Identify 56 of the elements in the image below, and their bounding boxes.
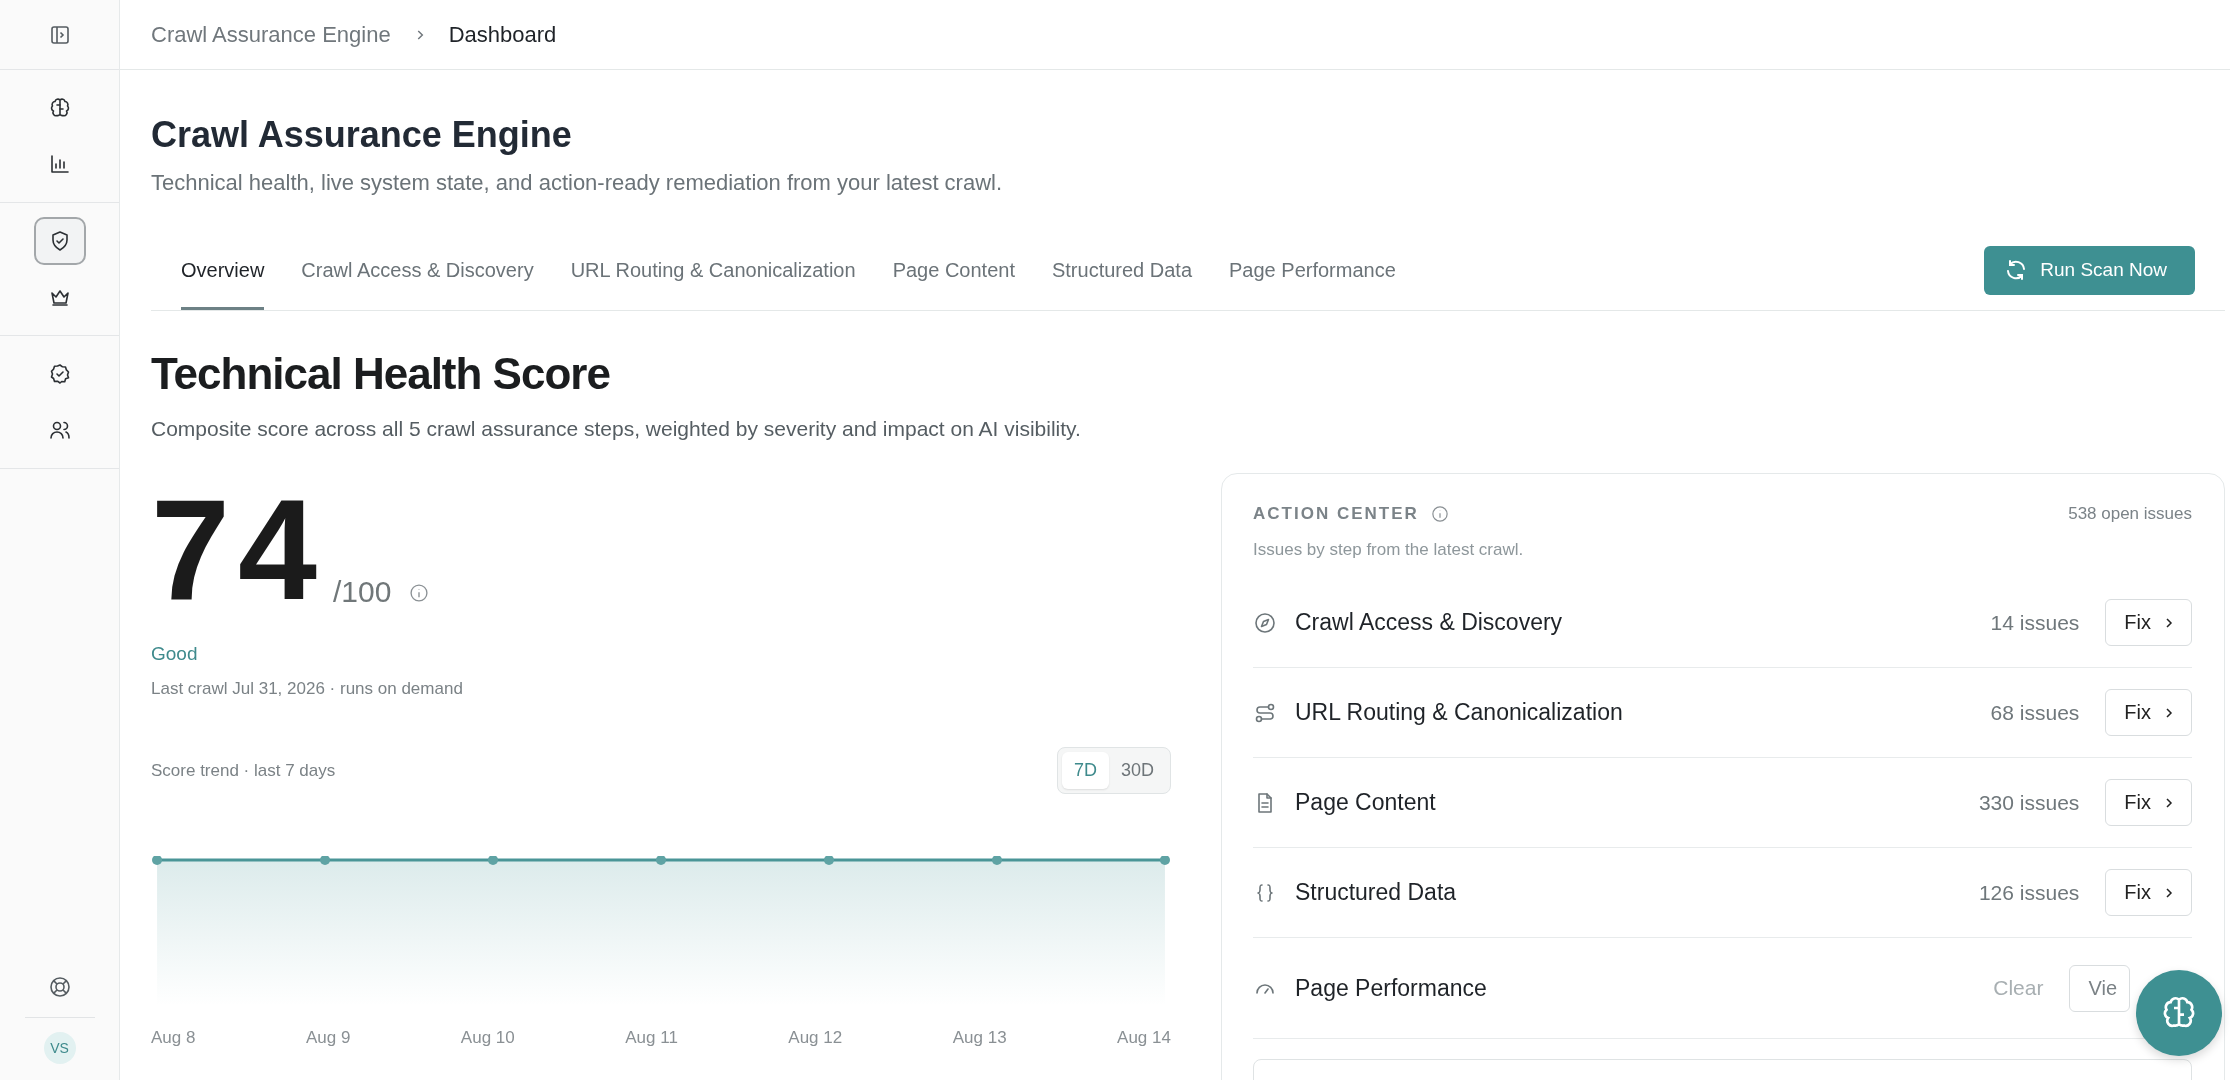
score-value: 74	[151, 479, 325, 621]
user-avatar[interactable]: VS	[43, 1032, 76, 1064]
trend-label: Score trend · last 7 days	[151, 760, 336, 781]
x-axis-label: Aug 11	[625, 1028, 678, 1048]
nav-shield-check-button[interactable]	[33, 217, 86, 265]
card-subtitle: Issues by step from the latest crawl.	[1253, 540, 1525, 560]
x-axis-label: Aug 13	[952, 1028, 1007, 1048]
breadcrumb-item[interactable]: Crawl Assurance Engine	[151, 21, 391, 48]
open-issues-count: 538 open issues	[2068, 504, 2192, 524]
fix-button[interactable]: Fix	[2105, 779, 2192, 826]
tab[interactable]: Overview	[181, 230, 265, 310]
page-title: Crawl Assurance Engine	[151, 114, 573, 156]
fix-button[interactable]: Fix	[2105, 869, 2192, 916]
info-icon[interactable]	[1430, 505, 1449, 523]
x-axis-label: Aug 8	[151, 1028, 196, 1048]
tab[interactable]: Page Content	[892, 230, 1015, 310]
score-rating: Good	[151, 643, 199, 665]
x-axis-label: Aug 14	[1117, 1028, 1171, 1048]
step-name: Crawl Access & Discovery	[1295, 609, 1564, 636]
range-option[interactable]: 7D	[1061, 752, 1109, 789]
compass-icon	[1253, 610, 1277, 635]
issue-count: 126 issues	[1978, 880, 2080, 905]
run-scan-button[interactable]: Run Scan Now	[1984, 245, 2195, 295]
chevron-right-icon	[2163, 616, 2175, 629]
chevron-right-icon	[2163, 706, 2175, 719]
assistant-button[interactable]	[2136, 970, 2222, 1056]
card-title: ACTION CENTER	[1253, 504, 1419, 524]
section-description: Composite score across all 5 crawl assurance steps, weighted by severity and impact on AI visibility.	[151, 417, 1082, 441]
status-text: Clear	[1993, 976, 2044, 1000]
breadcrumb-item: Dashboard	[448, 21, 557, 48]
x-axis-label: Aug 12	[788, 1028, 843, 1048]
section-title: Technical Health Score	[151, 349, 611, 399]
step-name: Structured Data	[1295, 879, 1458, 906]
score-max: /100	[332, 575, 392, 609]
tab[interactable]: Crawl Access & Discovery	[301, 230, 534, 310]
step-name: Page Content	[1295, 789, 1437, 816]
issue-count: 14 issues	[1990, 610, 2080, 635]
view-button[interactable]: Vie	[2069, 964, 2130, 1012]
x-axis-label: Aug 9	[305, 1028, 351, 1048]
fix-button[interactable]: Fix	[2105, 689, 2192, 736]
info-icon[interactable]	[409, 583, 430, 603]
chevron-right-icon	[2163, 886, 2175, 899]
last-crawl-text: Last crawl Jul 31, 2026 · runs on demand	[151, 679, 464, 699]
chevron-right-icon	[2163, 796, 2175, 809]
issue-count: 68 issues	[1990, 700, 2080, 725]
fix-button[interactable]: Fix	[2105, 599, 2192, 646]
x-axis-label: Aug 10	[460, 1028, 515, 1048]
range-option[interactable]: 30D	[1108, 752, 1166, 789]
step-name: Page Performance	[1295, 974, 1488, 1002]
step-name: URL Routing & Canonicalization	[1295, 699, 1624, 726]
tab[interactable]: Page Performance	[1229, 230, 1396, 310]
page-subtitle: Technical health, live system state, and action-ready remediation from your latest crawl.	[151, 170, 1004, 196]
tab[interactable]: Structured Data	[1051, 230, 1193, 310]
issue-count: 330 issues	[1978, 790, 2080, 815]
lifebuoy-icon	[47, 975, 72, 999]
tab[interactable]: URL Routing & Canonicalization	[570, 230, 856, 310]
